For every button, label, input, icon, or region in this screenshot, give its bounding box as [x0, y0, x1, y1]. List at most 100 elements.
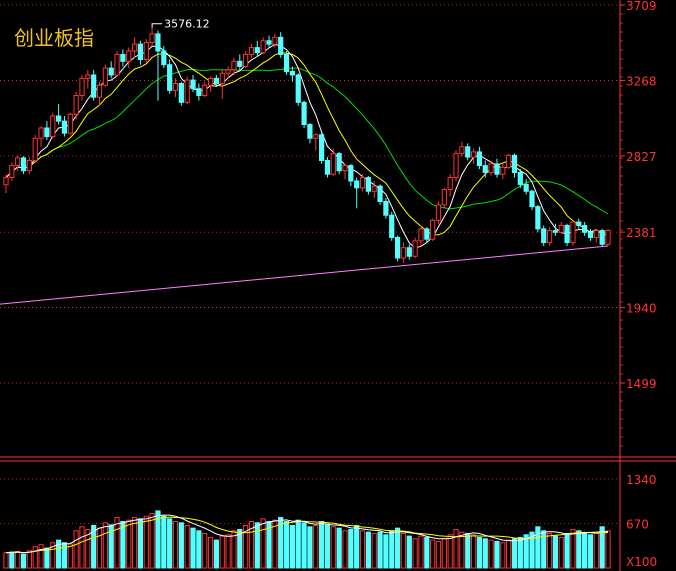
volume-bar [272, 519, 278, 569]
volume-bar [207, 536, 214, 569]
volume-bar [389, 530, 395, 569]
volume-bar [500, 542, 506, 569]
candle-body [570, 221, 576, 244]
candle-body [465, 146, 471, 158]
volume-bar [289, 524, 295, 569]
volume-bar [330, 526, 336, 569]
candle-body [44, 127, 50, 138]
volume-bar [523, 534, 529, 569]
candle-body [447, 177, 453, 191]
volume-bar [254, 522, 260, 569]
candle-body [424, 228, 430, 240]
candle-body [406, 247, 412, 257]
candle-body [593, 230, 599, 238]
volume-bar [32, 546, 38, 569]
volume-bar [564, 532, 570, 569]
high-label: 3576.12 [164, 18, 210, 31]
candle-body [523, 183, 529, 192]
candle-body [91, 74, 97, 98]
volume-bar [576, 530, 582, 569]
candle-body [295, 74, 301, 103]
candle-body [430, 219, 436, 240]
candle-body [254, 47, 260, 54]
volume-bar [348, 528, 354, 569]
volume-bar [517, 536, 523, 569]
volume-bar [319, 521, 325, 569]
volume-bar [605, 530, 611, 569]
candle-body [453, 153, 459, 179]
ma250-line [0, 245, 609, 305]
candle-body [85, 74, 91, 79]
candle-body [9, 165, 15, 179]
candle-body [20, 157, 27, 172]
candle-body [301, 101, 307, 126]
volume-bar [494, 540, 500, 569]
volume-bar [137, 518, 144, 569]
candle-body [511, 154, 518, 173]
candlestick-chart: 3709 3268 2827 2381 1940 1499 1340 670 X100 3576.… [0, 0, 676, 571]
volume-bar [38, 544, 44, 569]
candle-body [470, 151, 477, 158]
volume-bar [447, 534, 453, 569]
candle-body [599, 230, 605, 245]
candle-body [576, 221, 582, 226]
candle-body [196, 88, 202, 96]
volume-bar [219, 535, 225, 569]
volume-bar [79, 526, 85, 569]
volume-bar [570, 528, 576, 569]
volume-bar [67, 543, 73, 569]
volume-bar [26, 550, 32, 569]
candle-body [184, 79, 190, 103]
volume-bar [546, 532, 553, 569]
candle-body [38, 127, 44, 139]
candle-body [365, 177, 371, 192]
volume-bar [482, 538, 488, 569]
candle-body [126, 50, 132, 62]
candle-body [172, 83, 179, 91]
volume-bar [453, 528, 459, 569]
volume-bar [587, 534, 594, 569]
volume-bar [126, 519, 132, 569]
candle-body [494, 163, 500, 175]
candle-body [324, 159, 331, 175]
price-tick-label: 3709 [626, 0, 657, 13]
volume-bar [359, 530, 366, 569]
candle-body [552, 230, 558, 233]
volume-bar [424, 536, 430, 569]
volume-bar [225, 534, 231, 569]
candle-body [190, 79, 196, 90]
volume-bar [488, 539, 494, 569]
candle-body [313, 134, 319, 139]
candle-body [50, 115, 56, 138]
volume-bar [506, 539, 512, 569]
volume-bar [336, 527, 342, 569]
candle-body [207, 77, 214, 86]
candle-body [32, 137, 38, 161]
volume-bar [535, 526, 541, 569]
candle-body [102, 67, 108, 86]
volume-bar [459, 531, 465, 569]
volume-bar [20, 553, 27, 569]
candle-body [248, 47, 255, 55]
candle-body [500, 166, 506, 175]
candle-body [587, 231, 594, 238]
volume-bar [167, 518, 173, 569]
candle-body [336, 153, 342, 172]
candle-body [359, 177, 366, 189]
volume-bar [476, 536, 483, 569]
volume-bar [582, 532, 588, 569]
volume-bar [131, 517, 138, 569]
candle-body [582, 224, 588, 233]
candle-body [278, 36, 284, 55]
volume-bar [61, 542, 68, 569]
volume-bar [313, 524, 319, 569]
volume-bar [383, 534, 389, 569]
price-tick-label: 3268 [626, 74, 657, 88]
candle-body [108, 67, 114, 76]
candle-body [348, 165, 354, 182]
candle-body [283, 53, 290, 73]
candle-body [435, 204, 442, 221]
volume-bar [552, 535, 558, 569]
volume-bar [190, 527, 196, 569]
volume-bar [96, 527, 103, 569]
